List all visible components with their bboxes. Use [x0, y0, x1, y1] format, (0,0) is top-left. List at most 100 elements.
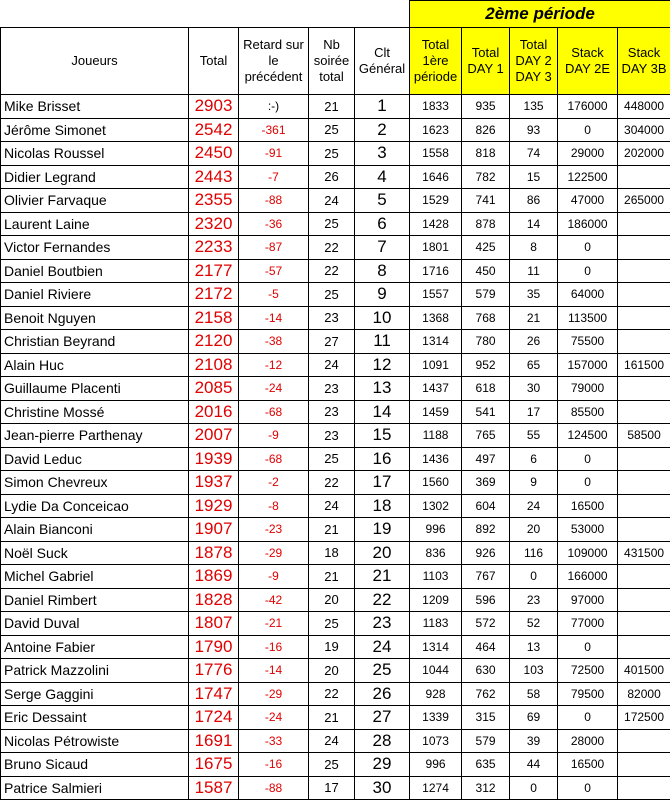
- nb-soiree: 21: [308, 94, 355, 119]
- nb-soiree: 25: [308, 611, 355, 636]
- table-row: Alain Huc 2108 -12 24 12 1091 952 65 157000 16150…: [0, 352, 670, 377]
- total-points: 2903: [188, 94, 239, 119]
- nb-soiree: 25: [308, 752, 355, 777]
- rank: 10: [353, 305, 411, 330]
- retard-value: -12: [238, 352, 309, 377]
- player-name: Guillaume Placenti: [0, 376, 189, 401]
- rank: 27: [353, 705, 411, 730]
- table-row: David Duval 1807 -21 25 23 1183 572 52 77000: [0, 611, 670, 636]
- player-name: Alain Bianconi: [0, 517, 189, 542]
- table-row: Serge Gaggini 1747 -29 22 26 928 762 58 79500 820…: [0, 681, 670, 706]
- ranking-table: 2ème période Joueurs Total Retard sur le…: [0, 0, 670, 800]
- table-row: Simon Chevreux 1937 -2 22 17 1560 369 9 0: [0, 470, 670, 495]
- stack-day3b: [617, 752, 670, 777]
- total-day2-day3: 14: [509, 211, 559, 236]
- total-day1: 878: [461, 211, 511, 236]
- header-stack-day3b: Stack DAY 3B: [617, 27, 670, 95]
- nb-soiree: 21: [308, 517, 355, 542]
- total-1ere-periode: 1314: [409, 634, 463, 659]
- stack-day2e: 47000: [557, 188, 619, 213]
- player-name: Daniel Riviere: [0, 282, 189, 307]
- player-name: Patrick Mazzolini: [0, 658, 189, 683]
- total-1ere-periode: 1623: [409, 117, 463, 142]
- total-1ere-periode: 1274: [409, 775, 463, 800]
- nb-soiree: 21: [308, 705, 355, 730]
- stack-day3b: [617, 305, 670, 330]
- player-name: Simon Chevreux: [0, 470, 189, 495]
- total-points: 2450: [188, 141, 239, 166]
- stack-day2e: 0: [557, 775, 619, 800]
- total-points: 2172: [188, 282, 239, 307]
- total-points: 1724: [188, 705, 239, 730]
- stack-day3b: [617, 564, 670, 589]
- total-1ere-periode: 996: [409, 517, 463, 542]
- total-1ere-periode: 1459: [409, 399, 463, 424]
- total-1ere-periode: 1437: [409, 376, 463, 401]
- retard-value: -14: [238, 658, 309, 683]
- rank: 29: [353, 752, 411, 777]
- retard-value: -16: [238, 752, 309, 777]
- stack-day2e: 0: [557, 235, 619, 260]
- header-stack-day2e: Stack DAY 2E: [557, 27, 619, 95]
- total-day2-day3: 69: [509, 705, 559, 730]
- stack-day3b: 172500: [617, 705, 670, 730]
- total-day2-day3: 44: [509, 752, 559, 777]
- total-points: 1929: [188, 493, 239, 518]
- total-points: 2443: [188, 164, 239, 189]
- nb-soiree: 22: [308, 681, 355, 706]
- rank: 3: [353, 141, 411, 166]
- nb-soiree: 25: [308, 446, 355, 471]
- retard-value: -24: [238, 705, 309, 730]
- retard-value: -33: [238, 728, 309, 753]
- player-name: David Leduc: [0, 446, 189, 471]
- total-day2-day3: 35: [509, 282, 559, 307]
- total-day2-day3: 6: [509, 446, 559, 471]
- total-1ere-periode: 1091: [409, 352, 463, 377]
- header-clt-general: Clt Général: [353, 27, 411, 95]
- total-points: 2120: [188, 329, 239, 354]
- retard-value: -68: [238, 446, 309, 471]
- stack-day3b: [617, 258, 670, 283]
- player-name: Bruno Sicaud: [0, 752, 189, 777]
- rank: 18: [353, 493, 411, 518]
- total-day2-day3: 39: [509, 728, 559, 753]
- nb-soiree: 19: [308, 634, 355, 659]
- total-day1: 762: [461, 681, 511, 706]
- total-points: 2233: [188, 235, 239, 260]
- total-day1: 618: [461, 376, 511, 401]
- total-day1: 765: [461, 423, 511, 448]
- table-row: Patrice Salmieri 1587 -88 17 30 1274 312 0 0: [0, 775, 670, 800]
- table-row: Michel Gabriel 1869 -9 21 21 1103 767 0 166000: [0, 564, 670, 589]
- header-joueurs: Joueurs: [0, 27, 189, 95]
- stack-day3b: [617, 399, 670, 424]
- player-name: Jérôme Simonet: [0, 117, 189, 142]
- stack-day2e: 0: [557, 258, 619, 283]
- total-day2-day3: 11: [509, 258, 559, 283]
- nb-soiree: 23: [308, 399, 355, 424]
- nb-soiree: 23: [308, 423, 355, 448]
- nb-soiree: 25: [308, 282, 355, 307]
- stack-day2e: 28000: [557, 728, 619, 753]
- stack-day3b: 82000: [617, 681, 670, 706]
- rank: 24: [353, 634, 411, 659]
- total-points: 2177: [188, 258, 239, 283]
- stack-day3b: [617, 587, 670, 612]
- stack-day3b: 401500: [617, 658, 670, 683]
- player-name: Daniel Boutbien: [0, 258, 189, 283]
- total-day2-day3: 103: [509, 658, 559, 683]
- rank: 11: [353, 329, 411, 354]
- rank: 30: [353, 775, 411, 800]
- table-row: Mike Brisset 2903:-) 21 1 1833 935 135 176000 44…: [0, 94, 670, 119]
- nb-soiree: 23: [308, 305, 355, 330]
- header-total-1ere-periode: Total 1ère période: [409, 27, 463, 95]
- total-points: 1907: [188, 517, 239, 542]
- total-day2-day3: 65: [509, 352, 559, 377]
- rank: 25: [353, 658, 411, 683]
- total-day2-day3: 13: [509, 634, 559, 659]
- stack-day3b: [617, 235, 670, 260]
- player-name: Alain Huc: [0, 352, 189, 377]
- total-day1: 741: [461, 188, 511, 213]
- period-label: 2ème période: [409, 0, 670, 28]
- nb-soiree: 20: [308, 587, 355, 612]
- total-points: 2542: [188, 117, 239, 142]
